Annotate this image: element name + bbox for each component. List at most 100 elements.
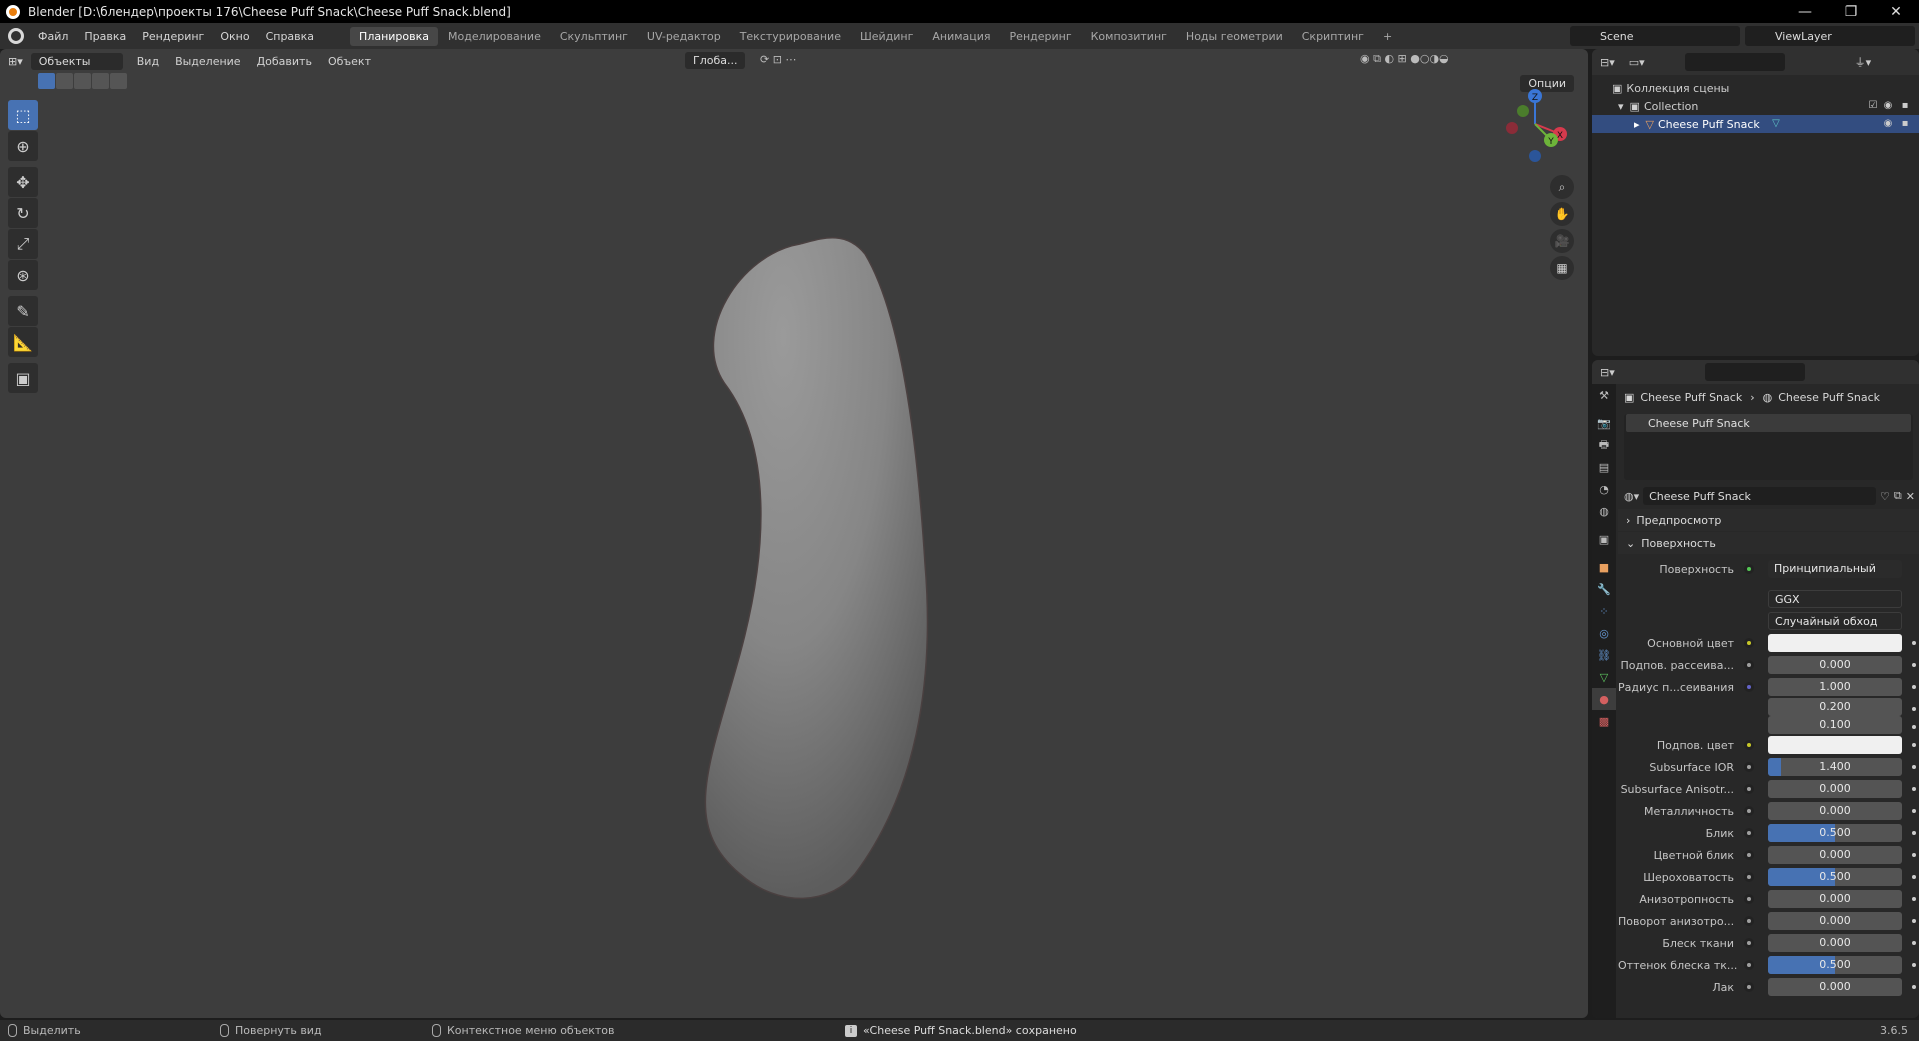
material-name-field[interactable]: Cheese Puff Snack [1643, 487, 1877, 505]
value-slider[interactable]: 0.000 [1768, 912, 1902, 930]
select-box-tool-icon[interactable]: ⬚ [8, 100, 38, 130]
socket-icon[interactable] [1744, 784, 1754, 794]
surface-shader-field[interactable]: Принципиальный BSDF [1768, 560, 1902, 578]
unlink-icon[interactable]: ✕ [1906, 490, 1915, 503]
value-slider[interactable]: 0.000 [1768, 846, 1902, 864]
navigation-gizmo[interactable]: Z X Y [1495, 84, 1575, 164]
socket-icon[interactable] [1744, 660, 1754, 670]
keyframe-dot-icon[interactable] [1912, 831, 1916, 835]
overlay-icons[interactable]: ◉ ⧉ ◐ ⊞ ●○◑◒ [1360, 52, 1449, 66]
keyframe-dot-icon[interactable] [1912, 641, 1916, 645]
menu-edit[interactable]: Правка [76, 30, 134, 43]
tab-sculpting[interactable]: Скульптинг [551, 27, 637, 46]
view-layer-selector[interactable]: ViewLayer [1745, 26, 1915, 46]
cheese-puff-object[interactable] [680, 184, 960, 904]
preview-panel-header[interactable]: › Предпросмотр [1618, 509, 1919, 531]
camera-view-icon[interactable]: 🎥 [1550, 229, 1574, 253]
menu-object[interactable]: Объект [320, 55, 379, 68]
select-extend-icon[interactable] [56, 73, 73, 89]
select-subtract-icon[interactable] [74, 73, 91, 89]
move-tool-icon[interactable]: ✥ [8, 167, 38, 197]
socket-icon[interactable] [1744, 564, 1754, 574]
display-mode-icon[interactable]: ▭▾ [1629, 56, 1645, 69]
keyframe-dot-icon[interactable] [1912, 853, 1916, 857]
value-slider[interactable]: 0.000 [1768, 934, 1902, 952]
keyframe-dot-icon[interactable] [1912, 725, 1916, 729]
menu-select[interactable]: Выделение [167, 55, 249, 68]
blender-menu-icon[interactable] [8, 28, 24, 44]
socket-icon[interactable] [1744, 762, 1754, 772]
value-slider[interactable]: 0.000 [1768, 780, 1902, 798]
menu-render[interactable]: Рендеринг [134, 30, 212, 43]
value-slider[interactable]: 0.000 [1768, 978, 1902, 996]
keyframe-dot-icon[interactable] [1912, 707, 1916, 711]
zoom-icon[interactable]: ⌕ [1550, 175, 1574, 199]
keyframe-dot-icon[interactable] [1912, 663, 1916, 667]
minimize-button[interactable]: — [1782, 0, 1828, 23]
select-invert-icon[interactable] [92, 73, 109, 89]
tab-texture-paint[interactable]: Текстурирование [731, 27, 850, 46]
tab-scripting[interactable]: Скриптинг [1293, 27, 1373, 46]
value-slider[interactable]: 0.000 [1768, 890, 1902, 908]
tab-modeling[interactable]: Моделирование [439, 27, 550, 46]
transform-tool-icon[interactable]: ⊛ [8, 260, 38, 290]
material-slot-item[interactable]: Cheese Puff Snack [1626, 414, 1911, 432]
editor-type-icon[interactable]: ⊟▾ [1600, 56, 1615, 69]
color-swatch[interactable] [1768, 634, 1902, 652]
chevron-down-icon[interactable]: ▾ [1618, 100, 1624, 113]
tab-shading[interactable]: Шейдинг [851, 27, 922, 46]
perspective-toggle-icon[interactable]: ▦ [1550, 256, 1574, 280]
value-slider[interactable]: 0.500 [1768, 956, 1902, 974]
keyframe-dot-icon[interactable] [1912, 875, 1916, 879]
socket-icon[interactable] [1744, 806, 1754, 816]
tab-geometry-nodes[interactable]: Ноды геометрии [1177, 27, 1292, 46]
tab-uv-editing[interactable]: UV-редактор [638, 27, 730, 46]
add-cube-tool-icon[interactable]: ▣ [8, 363, 38, 393]
distribution-dropdown[interactable]: GGX [1768, 590, 1902, 608]
scale-tool-icon[interactable]: ⤢ [8, 229, 38, 259]
add-workspace-button[interactable]: + [1374, 27, 1401, 46]
menu-view[interactable]: Вид [129, 55, 167, 68]
rotate-tool-icon[interactable]: ↻ [8, 198, 38, 228]
tool-tab-icon[interactable]: ⚒ [1592, 384, 1616, 406]
data-tab-icon[interactable]: ▽ [1592, 666, 1616, 688]
keyframe-dot-icon[interactable] [1912, 941, 1916, 945]
scene-selector[interactable]: Scene [1570, 26, 1740, 46]
filter-icon[interactable]: ⏚▾ [1855, 54, 1872, 70]
view-layer-tab-icon[interactable]: ▤ [1592, 456, 1616, 478]
transform-orientation-dropdown[interactable]: Глоба... [685, 52, 746, 69]
annotate-tool-icon[interactable]: ✎ [8, 296, 38, 326]
render-tab-icon[interactable]: 📷 [1592, 412, 1616, 434]
socket-icon[interactable] [1744, 872, 1754, 882]
menu-file[interactable]: Файл [30, 30, 76, 43]
keyframe-dot-icon[interactable] [1912, 963, 1916, 967]
tab-compositing[interactable]: Композитинг [1082, 27, 1176, 46]
mode-dropdown[interactable]: Объекты [30, 52, 123, 70]
socket-icon[interactable] [1744, 828, 1754, 838]
socket-icon[interactable] [1744, 638, 1754, 648]
value-slider[interactable]: 0.500 [1768, 868, 1902, 886]
material-tab-icon[interactable]: ● [1592, 688, 1616, 710]
output-tab-icon[interactable]: 🖶 [1592, 434, 1616, 456]
outliner-row-scene-collection[interactable]: ▣ Коллекция сцены [1592, 79, 1919, 97]
texture-tab-icon[interactable]: ▩ [1592, 710, 1616, 732]
eye-icon[interactable]: ◉ [1882, 100, 1894, 112]
outliner-row-collection[interactable]: ▾ ▣ Collection ☑ ◉ ▪ [1592, 97, 1919, 115]
select-mode-buttons[interactable] [38, 73, 127, 89]
maximize-button[interactable]: ❐ [1828, 0, 1874, 23]
world-tab-icon[interactable]: ◍ [1592, 500, 1616, 522]
material-slot-list[interactable]: Cheese Puff Snack [1624, 414, 1913, 480]
keyframe-dot-icon[interactable] [1912, 787, 1916, 791]
socket-icon[interactable] [1744, 740, 1754, 750]
measure-tool-icon[interactable]: 📐 [8, 327, 38, 357]
close-button[interactable]: ✕ [1873, 0, 1919, 23]
menu-help[interactable]: Справка [258, 30, 322, 43]
pivot-icon[interactable]: ⟳ ⊡ ⋯ [760, 53, 796, 66]
collection-tab-icon[interactable]: ▣ [1592, 528, 1616, 550]
socket-icon[interactable] [1744, 960, 1754, 970]
surface-panel-header[interactable]: ⌄ Поверхность [1618, 532, 1919, 554]
pan-hand-icon[interactable]: ✋ [1550, 202, 1574, 226]
subsurface-method-dropdown[interactable]: Случайный обход [1768, 612, 1902, 630]
eye-icon[interactable]: ◉ [1882, 118, 1894, 130]
value-slider[interactable]: 0.200 [1768, 698, 1902, 716]
